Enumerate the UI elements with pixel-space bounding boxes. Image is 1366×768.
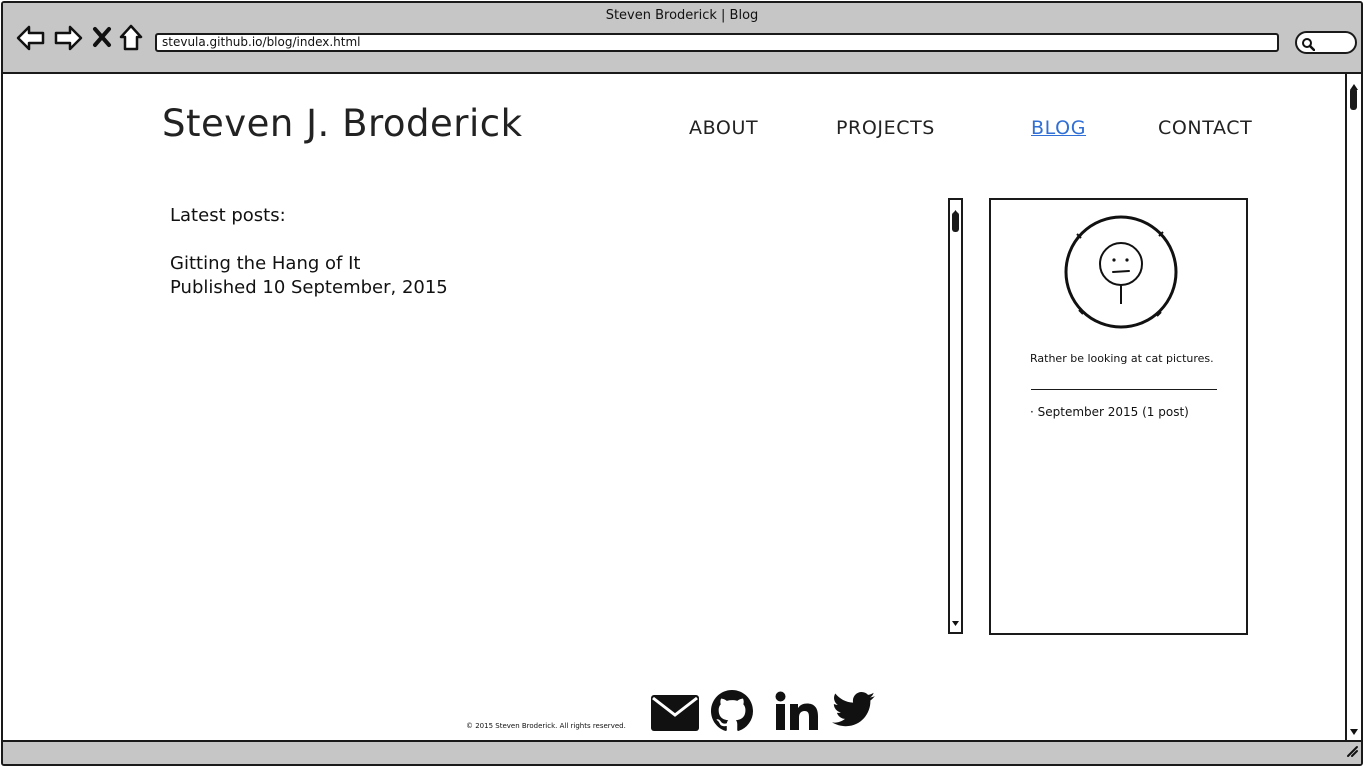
window-title: Steven Broderick | Blog bbox=[605, 8, 759, 23]
nav-about[interactable]: ABOUT bbox=[689, 117, 758, 139]
nav-projects[interactable]: PROJECTS bbox=[836, 117, 935, 139]
page-scrollbar[interactable] bbox=[1345, 74, 1361, 742]
latest-posts-heading: Latest posts: bbox=[170, 205, 286, 226]
scrollbar-thumb[interactable] bbox=[1350, 88, 1357, 110]
scroll-down-icon[interactable] bbox=[951, 612, 960, 631]
sidebar-scrollbar[interactable] bbox=[948, 198, 963, 634]
scrollbar-thumb[interactable] bbox=[952, 212, 959, 232]
email-icon[interactable] bbox=[650, 693, 700, 733]
sidebar-divider bbox=[1031, 389, 1217, 390]
back-arrow-icon[interactable] bbox=[16, 24, 46, 52]
home-icon[interactable] bbox=[118, 24, 144, 52]
archive-item[interactable]: · September 2015 (1 post) bbox=[1030, 405, 1189, 419]
resize-grip-icon[interactable] bbox=[1343, 742, 1359, 762]
browser-statusbar bbox=[3, 740, 1361, 764]
forward-arrow-icon[interactable] bbox=[53, 24, 83, 52]
sidebar-panel: Rather be looking at cat pictures. · Sep… bbox=[989, 198, 1248, 635]
twitter-icon[interactable] bbox=[832, 692, 876, 728]
post-title-link[interactable]: Gitting the Hang of It bbox=[170, 253, 360, 274]
avatar bbox=[1063, 214, 1179, 334]
nav-contact[interactable]: CONTACT bbox=[1158, 117, 1252, 139]
search-icon bbox=[1301, 36, 1316, 55]
footer-copyright: © 2015 Steven Broderick. All rights rese… bbox=[466, 722, 626, 730]
scroll-down-icon[interactable] bbox=[1349, 721, 1359, 740]
stop-x-icon[interactable] bbox=[92, 26, 112, 48]
sidebar-tagline: Rather be looking at cat pictures. bbox=[1030, 352, 1214, 365]
browser-titlebar: Steven Broderick | Blog stevula.github.i… bbox=[3, 3, 1361, 74]
address-bar[interactable]: stevula.github.io/blog/index.html bbox=[155, 33, 1279, 52]
github-icon[interactable] bbox=[711, 690, 753, 732]
linkedin-icon[interactable] bbox=[774, 691, 820, 731]
browser-search-field[interactable] bbox=[1295, 31, 1357, 54]
post-published-date: Published 10 September, 2015 bbox=[170, 277, 448, 298]
nav-blog[interactable]: BLOG bbox=[1031, 117, 1086, 139]
site-title[interactable]: Steven J. Broderick bbox=[162, 102, 523, 145]
